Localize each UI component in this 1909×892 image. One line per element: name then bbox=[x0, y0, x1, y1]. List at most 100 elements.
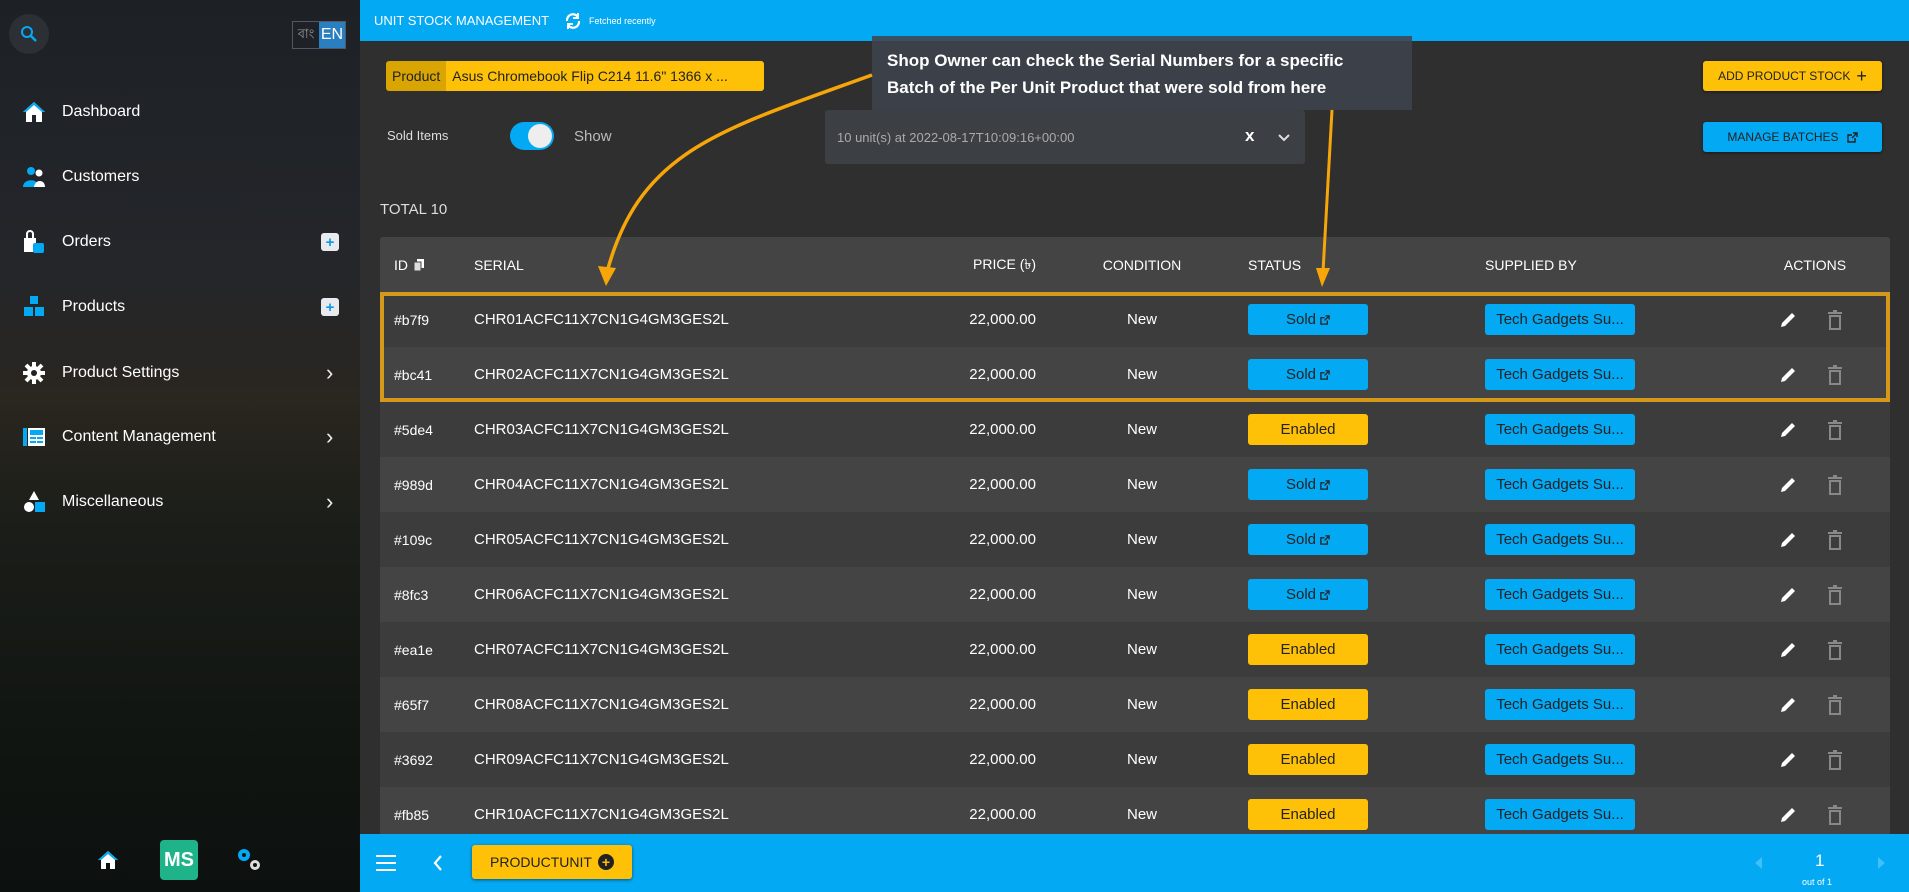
batch-select[interactable]: 10 unit(s) at 2022-08-17T10:09:16+00:00 … bbox=[825, 110, 1305, 164]
status-badge[interactable]: Sold bbox=[1248, 304, 1368, 335]
table-row: #b7f9 CHR01ACFC11X7CN1G4GM3GES2L 22,000.00… bbox=[380, 292, 1890, 347]
chevron-right-icon[interactable]: › bbox=[326, 489, 333, 515]
delete-icon[interactable] bbox=[1827, 749, 1843, 770]
sidebar-item-miscellaneous[interactable]: Miscellaneous › bbox=[0, 480, 360, 524]
lang-bn[interactable]: বাং bbox=[293, 22, 319, 48]
edit-icon[interactable] bbox=[1778, 530, 1798, 550]
supplier-button[interactable]: Tech Gadgets Su... bbox=[1485, 359, 1635, 390]
supplier-button[interactable]: Tech Gadgets Su... bbox=[1485, 469, 1635, 500]
supplier-button[interactable]: Tech Gadgets Su... bbox=[1485, 579, 1635, 610]
status-label: Enabled bbox=[1280, 696, 1336, 713]
clear-batch-icon[interactable]: x bbox=[1245, 126, 1254, 146]
row-price: 22,000.00 bbox=[969, 311, 1036, 328]
delete-icon[interactable] bbox=[1827, 694, 1843, 715]
edit-icon[interactable] bbox=[1778, 365, 1798, 385]
batch-value: 10 unit(s) at 2022-08-17T10:09:16+00:00 bbox=[837, 130, 1075, 145]
edit-icon[interactable] bbox=[1778, 310, 1798, 330]
ms-logo[interactable]: MS bbox=[160, 840, 198, 880]
refresh-icon[interactable] bbox=[563, 11, 583, 31]
manage-batches-button[interactable]: MANAGE BATCHES bbox=[1703, 122, 1882, 152]
status-badge[interactable]: Sold bbox=[1248, 359, 1368, 390]
settings-gears-icon[interactable] bbox=[234, 846, 266, 874]
search-button[interactable] bbox=[9, 14, 49, 54]
product-value[interactable]: Asus Chromebook Flip C214 11.6" 1366 x .… bbox=[446, 61, 765, 91]
row-serial: CHR01ACFC11X7CN1G4GM3GES2L bbox=[474, 311, 729, 328]
supplier-button[interactable]: Tech Gadgets Su... bbox=[1485, 524, 1635, 555]
sidebar-item-products[interactable]: Products + bbox=[0, 285, 360, 329]
external-link-icon bbox=[1846, 131, 1858, 143]
home-icon[interactable] bbox=[96, 848, 120, 872]
edit-icon[interactable] bbox=[1778, 640, 1798, 660]
status-label: Sold bbox=[1285, 586, 1317, 603]
shopping-bag-icon bbox=[24, 230, 44, 253]
supplier-button[interactable]: Tech Gadgets Su... bbox=[1485, 634, 1635, 665]
sidebar-item-label: Content Management bbox=[62, 428, 216, 445]
back-icon[interactable] bbox=[433, 854, 443, 872]
status-label: Sold bbox=[1285, 366, 1317, 383]
external-link-icon bbox=[1320, 314, 1330, 325]
status-badge[interactable]: Sold bbox=[1248, 579, 1368, 610]
status-label: Enabled bbox=[1280, 421, 1336, 438]
chevron-right-icon[interactable]: › bbox=[326, 424, 333, 450]
row-serial: CHR05ACFC11X7CN1G4GM3GES2L bbox=[474, 531, 729, 548]
delete-icon[interactable] bbox=[1827, 309, 1843, 330]
supplier-button[interactable]: Tech Gadgets Su... bbox=[1485, 744, 1635, 775]
sidebar-item-customers[interactable]: Customers bbox=[0, 155, 360, 199]
next-page-icon[interactable] bbox=[1878, 857, 1886, 869]
edit-icon[interactable] bbox=[1778, 695, 1798, 715]
sold-items-toggle[interactable] bbox=[510, 122, 554, 150]
edit-icon[interactable] bbox=[1778, 585, 1798, 605]
sold-items-toggle-label: Show bbox=[574, 128, 612, 145]
row-condition: New bbox=[1126, 751, 1157, 768]
external-link-icon bbox=[1320, 589, 1330, 600]
edit-icon[interactable] bbox=[1778, 750, 1798, 770]
chevron-down-icon[interactable] bbox=[1278, 134, 1290, 142]
delete-icon[interactable] bbox=[1827, 529, 1843, 550]
total-count: TOTAL 10 bbox=[380, 201, 448, 218]
status-badge[interactable]: Sold bbox=[1248, 469, 1368, 500]
language-toggle[interactable]: বাং EN bbox=[292, 21, 346, 49]
sidebar-item-product-settings[interactable]: Product Settings › bbox=[0, 351, 360, 395]
lang-en[interactable]: EN bbox=[319, 22, 345, 48]
users-icon bbox=[23, 167, 45, 187]
sidebar-item-orders[interactable]: Orders + bbox=[0, 220, 360, 264]
supplier-button[interactable]: Tech Gadgets Su... bbox=[1485, 414, 1635, 445]
supplier-button[interactable]: Tech Gadgets Su... bbox=[1485, 799, 1635, 830]
edit-icon[interactable] bbox=[1778, 475, 1798, 495]
delete-icon[interactable] bbox=[1827, 804, 1843, 825]
table-row: #109c CHR05ACFC11X7CN1G4GM3GES2L 22,000.00… bbox=[380, 512, 1890, 567]
sidebar: বাং EN Dashboard Customers Orders + Products… bbox=[0, 0, 360, 892]
menu-icon[interactable] bbox=[376, 854, 396, 872]
current-page: 1 bbox=[1815, 851, 1825, 870]
copy-icon[interactable] bbox=[414, 258, 424, 271]
row-condition: New bbox=[1126, 586, 1157, 603]
sidebar-item-dashboard[interactable]: Dashboard bbox=[0, 90, 360, 134]
edit-icon[interactable] bbox=[1778, 805, 1798, 825]
prev-page-icon[interactable] bbox=[1755, 857, 1763, 869]
chevron-right-icon[interactable]: › bbox=[326, 360, 333, 386]
status-badge[interactable]: Sold bbox=[1248, 524, 1368, 555]
row-condition: New bbox=[1126, 476, 1157, 493]
delete-icon[interactable] bbox=[1827, 584, 1843, 605]
row-id: #b7f9 bbox=[394, 311, 430, 328]
delete-icon[interactable] bbox=[1827, 364, 1843, 385]
supplier-button[interactable]: Tech Gadgets Su... bbox=[1485, 689, 1635, 720]
table-row: #bc41 CHR02ACFC11X7CN1G4GM3GES2L 22,000.00… bbox=[380, 347, 1890, 402]
product-selector[interactable]: Product Asus Chromebook Flip C214 11.6" … bbox=[386, 61, 765, 91]
edit-icon[interactable] bbox=[1778, 420, 1798, 440]
add-products-button[interactable]: + bbox=[321, 298, 339, 316]
productunit-button[interactable]: PRODUCTUNIT + bbox=[472, 845, 632, 879]
row-id: #5de4 bbox=[394, 421, 433, 438]
product-label: Product bbox=[386, 61, 447, 91]
add-orders-button[interactable]: + bbox=[321, 233, 339, 251]
add-product-stock-button[interactable]: ADD PRODUCT STOCK + bbox=[1703, 61, 1882, 91]
delete-icon[interactable] bbox=[1827, 474, 1843, 495]
plus-icon: + bbox=[1856, 65, 1867, 86]
delete-icon[interactable] bbox=[1827, 419, 1843, 440]
sidebar-item-content-management[interactable]: Content Management › bbox=[0, 415, 360, 459]
sold-items-label: Sold Items bbox=[387, 128, 449, 143]
page-title: UNIT STOCK MANAGEMENT bbox=[374, 13, 550, 28]
supplier-button[interactable]: Tech Gadgets Su... bbox=[1485, 304, 1635, 335]
delete-icon[interactable] bbox=[1827, 639, 1843, 660]
stock-table: ID SERIAL PRICE (৳) CONDITION STATUS SUP… bbox=[380, 237, 1890, 842]
